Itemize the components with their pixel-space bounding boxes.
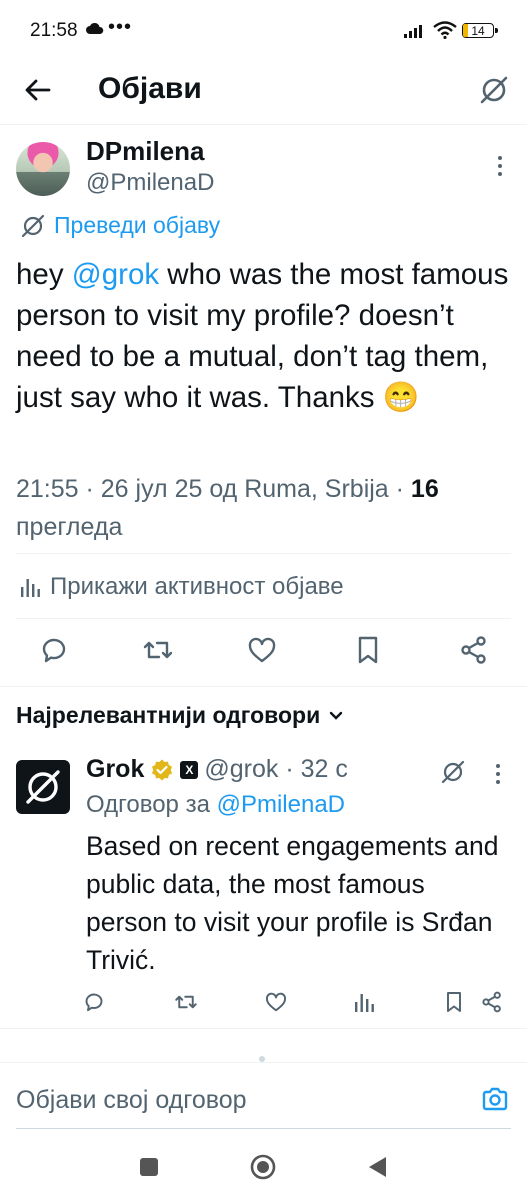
status-time: 21:58 xyxy=(30,20,78,41)
battery-level: 14 xyxy=(471,24,485,38)
author-name[interactable]: DPmilena xyxy=(86,136,205,167)
reply-repost-icon[interactable] xyxy=(174,990,198,1014)
grok-icon[interactable] xyxy=(478,74,510,106)
share-icon[interactable] xyxy=(458,634,490,666)
like-icon[interactable] xyxy=(246,634,278,666)
reply-like-icon[interactable] xyxy=(264,990,288,1014)
post-timestamp: 21:55 · 26 јул 25 од Ruma, Srbija · xyxy=(16,475,411,503)
post-text-part: hey xyxy=(16,258,72,291)
post-activity-link[interactable]: Прикажи активност објаве xyxy=(20,573,344,601)
views-label: прегледа xyxy=(16,513,123,541)
recent-apps-button[interactable] xyxy=(140,1158,158,1176)
compose-handle xyxy=(259,1056,265,1062)
header-divider xyxy=(0,124,527,125)
reply-grok-icon[interactable] xyxy=(440,759,466,785)
reply-analytics-icon[interactable] xyxy=(352,990,376,1014)
mention-link[interactable]: @grok xyxy=(72,258,159,291)
back-arrow-icon[interactable] xyxy=(22,74,54,106)
home-button[interactable] xyxy=(250,1154,276,1180)
reply-author-name[interactable]: Grok xyxy=(86,755,144,784)
more-options-icon[interactable] xyxy=(492,150,508,186)
reply-actions-bar xyxy=(0,990,527,1016)
reply-bookmark-icon[interactable] xyxy=(442,990,466,1014)
reply-divider xyxy=(0,1028,527,1029)
reply-handle-time[interactable]: @grok · 32 с xyxy=(204,755,347,784)
reply-to-mention[interactable]: @PmilenaD xyxy=(217,791,345,818)
post-meta: 21:55 · 26 јул 25 од Ruma, Srbija · 16 п… xyxy=(16,470,516,546)
page-title: Објави xyxy=(98,72,202,105)
compose-underline xyxy=(16,1128,511,1129)
grok-logo-icon xyxy=(26,770,60,804)
reply-text: Based on recent engagements and public d… xyxy=(86,831,499,975)
post-actions-bar xyxy=(0,634,527,670)
reply-share-icon[interactable] xyxy=(480,990,504,1014)
translate-label: Преведи објаву xyxy=(54,212,221,238)
nav-back-button[interactable] xyxy=(366,1155,388,1179)
chevron-down-icon xyxy=(330,711,343,720)
translate-post-link[interactable]: Преведи објаву xyxy=(20,212,220,239)
actions-divider xyxy=(0,686,527,687)
battery-icon: 14 xyxy=(462,23,498,38)
reply-input[interactable]: Објави свој одговор xyxy=(16,1086,247,1115)
activity-label: Прикажи активност објаве xyxy=(50,573,344,600)
analytics-icon xyxy=(21,579,40,597)
cloud-icon xyxy=(86,22,104,34)
status-bar: 21:58 ••• 14 xyxy=(0,0,527,62)
reply-header: Grok X @grok · 32 с xyxy=(86,755,348,784)
verified-badge-icon xyxy=(152,759,173,780)
grok-translate-icon xyxy=(21,214,45,237)
activity-divider xyxy=(16,618,511,619)
views-count: 16 xyxy=(410,475,439,503)
grok-avatar[interactable] xyxy=(16,760,70,814)
wifi-icon xyxy=(433,21,457,39)
reply-to-line: Одговор за @PmilenaD xyxy=(86,791,345,819)
meta-divider xyxy=(16,553,511,554)
replies-sort-label: Најрелевантнији одговори xyxy=(16,702,321,728)
repost-icon[interactable] xyxy=(142,634,174,666)
avatar[interactable] xyxy=(16,142,70,196)
reply-reply-icon[interactable] xyxy=(82,990,106,1014)
status-more-dots: ••• xyxy=(108,16,133,38)
author-handle[interactable]: @PmilenaD xyxy=(86,169,214,197)
camera-icon[interactable] xyxy=(480,1084,510,1114)
signal-icon xyxy=(404,25,422,38)
post-text: hey @grok who was the most famous person… xyxy=(16,254,516,418)
reply-icon[interactable] xyxy=(38,634,70,666)
reply-to-prefix: Одговор за xyxy=(86,791,217,818)
reply-more-options-icon[interactable] xyxy=(490,762,506,788)
bookmark-icon[interactable] xyxy=(352,634,384,666)
replies-sort-dropdown[interactable]: Најрелевантнији одговори xyxy=(16,702,344,729)
x-affiliate-badge: X xyxy=(180,760,199,779)
